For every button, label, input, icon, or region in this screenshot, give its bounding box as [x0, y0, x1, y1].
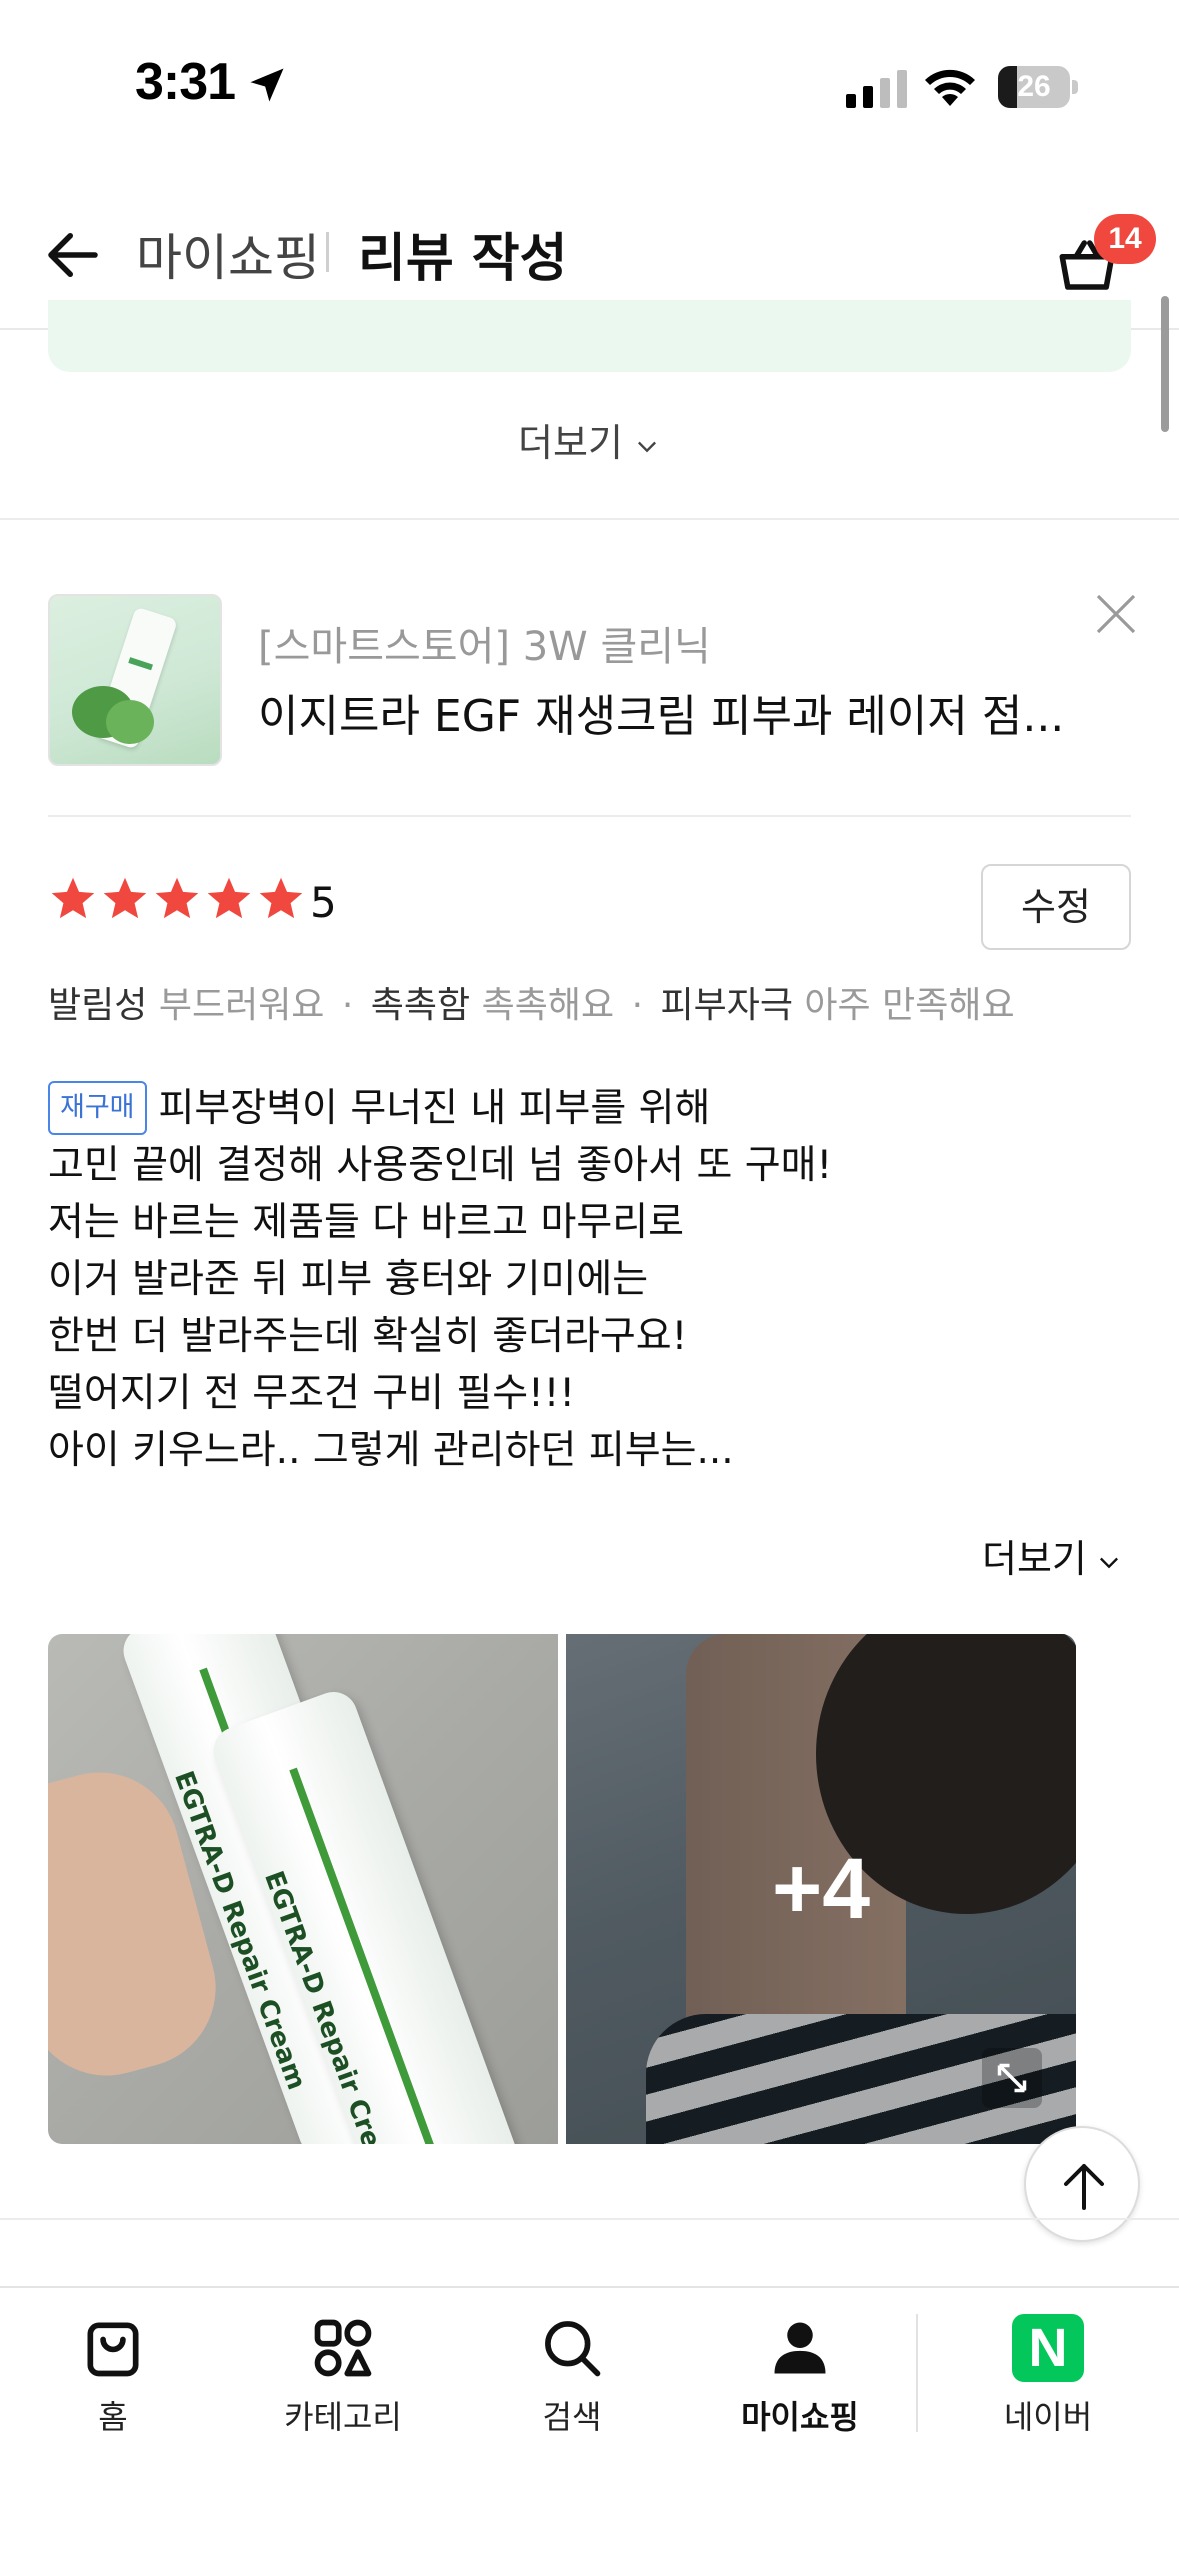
page-title: 리뷰 작성	[358, 229, 568, 289]
review-line-text: 피부장벽이 무너진 내 피부를 위해	[158, 1086, 711, 1131]
status-bar: 3:31 26	[0, 0, 1179, 170]
review-line: 아이 키우느라.. 그렇게 관리하던 피부는...	[48, 1428, 734, 1473]
star-rating	[48, 874, 306, 930]
review-photo-more[interactable]: +4	[566, 1634, 1076, 2144]
review-line: 저는 바르는 제품들 다 바르고 마무리로	[48, 1200, 685, 1245]
naver-logo: N	[1012, 2314, 1084, 2382]
bottom-tab-bar: 홈 카테고리 검색 마이쇼핑 N 네이버	[0, 2286, 1179, 2556]
chevron-down-icon	[1099, 1557, 1118, 1568]
product-divider	[48, 815, 1131, 817]
edit-button[interactable]: 수정	[981, 864, 1131, 950]
store-name: [스마트스토어] 3W 클리닉	[258, 624, 711, 670]
expand-icon[interactable]	[982, 2048, 1042, 2108]
battery-percent: 26	[1017, 70, 1051, 103]
category-grid-icon	[314, 2319, 372, 2377]
star-icon	[155, 877, 199, 919]
person-icon	[774, 2322, 826, 2374]
status-time: 3:31	[135, 53, 236, 111]
review-line: 재구매 피부장벽이 무너진 내 피부를 위해	[48, 1080, 1131, 1137]
search-icon	[545, 2321, 601, 2377]
tab-label: 홈	[98, 2398, 128, 2436]
battery-indicator: 26	[998, 66, 1078, 108]
more-review-label: 더보기	[982, 1537, 1087, 1581]
tab-label: 카테고리	[284, 2398, 402, 2436]
tab-label: 마이쇼핑	[741, 2398, 859, 2436]
review-text: 재구매 피부장벽이 무너진 내 피부를 위해 고민 끝에 결정해 사용중인데 넘 …	[48, 1080, 1131, 1479]
review-line: 고민 끝에 결정해 사용중인데 넘 좋아서 또 구매!	[48, 1143, 833, 1188]
rating-value: 5	[310, 878, 337, 927]
more-label: 더보기	[518, 421, 623, 465]
eval-separator: ·	[341, 985, 354, 1026]
summary-box	[48, 300, 1131, 372]
evaluation-tags: 발림성 부드러워요 · 촉촉함 촉촉해요 · 피부자극 아주 만족해요	[48, 976, 1015, 1028]
wifi-icon	[925, 69, 975, 106]
breadcrumb-myshopping[interactable]: 마이쇼핑	[136, 218, 320, 290]
location-arrow-icon	[250, 68, 284, 102]
review-line: 떨어지기 전 무조건 구비 필수!!!	[48, 1371, 576, 1416]
eval-separator: ·	[631, 985, 644, 1026]
cart-button[interactable]: 14	[1050, 204, 1160, 314]
tab-naver[interactable]: N 네이버	[948, 2314, 1148, 2464]
arrow-up-icon	[1064, 2164, 1104, 2210]
tab-category[interactable]: 카테고리	[243, 2314, 443, 2464]
cellular-signal-icon	[846, 70, 907, 108]
tab-search[interactable]: 검색	[472, 2314, 672, 2464]
shopping-bag-icon	[87, 2322, 139, 2377]
cart-count-badge: 14	[1094, 214, 1156, 264]
back-arrow-icon[interactable]	[40, 222, 106, 288]
tab-myshopping[interactable]: 마이쇼핑	[700, 2314, 900, 2464]
eval-value: 부드러워요	[158, 985, 325, 1026]
eval-label: 피부자극	[660, 985, 793, 1026]
eval-value: 아주 만족해요	[804, 985, 1015, 1026]
review-line: 한번 더 발라주는데 확실히 좋더라구요!	[48, 1314, 688, 1359]
breadcrumb-separator	[326, 232, 329, 272]
section-divider	[0, 518, 1179, 520]
eval-value: 촉촉해요	[481, 985, 615, 1026]
product-thumbnail[interactable]	[48, 594, 222, 766]
tab-home[interactable]: 홈	[13, 2314, 213, 2464]
star-icon	[207, 877, 251, 919]
scroll-to-top-button[interactable]	[1024, 2126, 1140, 2242]
review-photo[interactable]: EGTRA-D Repair Cream EGTRA-D Repair Crea…	[48, 1634, 558, 2144]
close-icon[interactable]	[1092, 590, 1140, 638]
tab-label: 네이버	[1003, 2398, 1093, 2436]
tab-separator	[916, 2314, 918, 2432]
chevron-down-icon	[637, 441, 656, 452]
section-divider	[0, 2218, 1179, 2220]
star-icon	[103, 877, 147, 919]
more-button-top[interactable]: 더보기	[0, 412, 1179, 472]
star-icon	[51, 877, 95, 919]
tab-label: 검색	[542, 2398, 602, 2436]
eval-label: 촉촉함	[370, 985, 471, 1026]
eval-label: 발림성	[48, 985, 148, 1026]
product-name[interactable]: 이지트라 EGF 재생크림 피부과 레이저 점...	[258, 680, 1064, 744]
review-line: 이거 발라준 뒤 피부 흉터와 기미에는	[48, 1257, 649, 1302]
star-icon	[259, 877, 303, 919]
repurchase-badge: 재구매	[48, 1081, 147, 1135]
more-review-button[interactable]: 더보기	[982, 1528, 1123, 1583]
